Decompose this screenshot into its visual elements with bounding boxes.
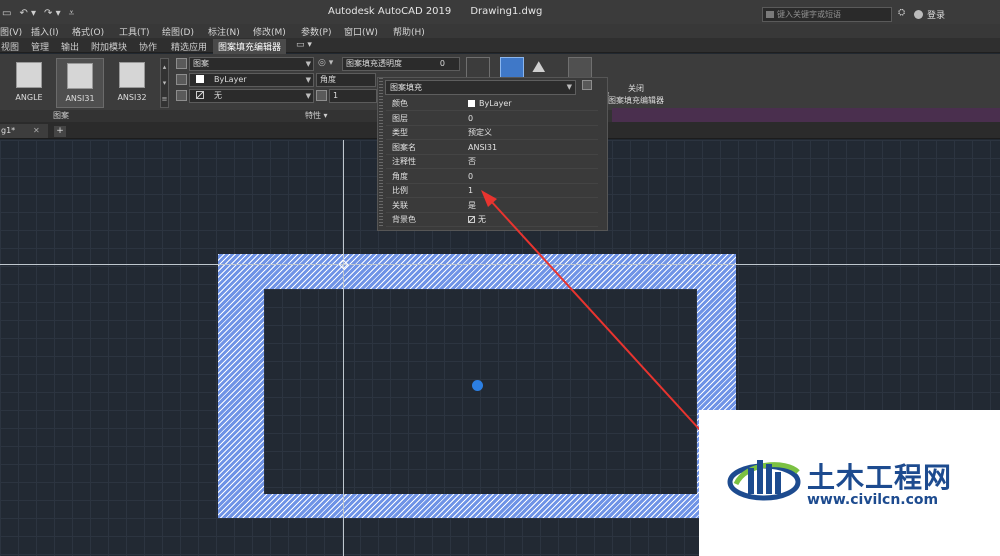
watermark-url: www.civilcn.com bbox=[807, 492, 939, 508]
watermark-logo bbox=[727, 460, 801, 501]
watermark-title: 土木工程网 bbox=[807, 461, 953, 494]
